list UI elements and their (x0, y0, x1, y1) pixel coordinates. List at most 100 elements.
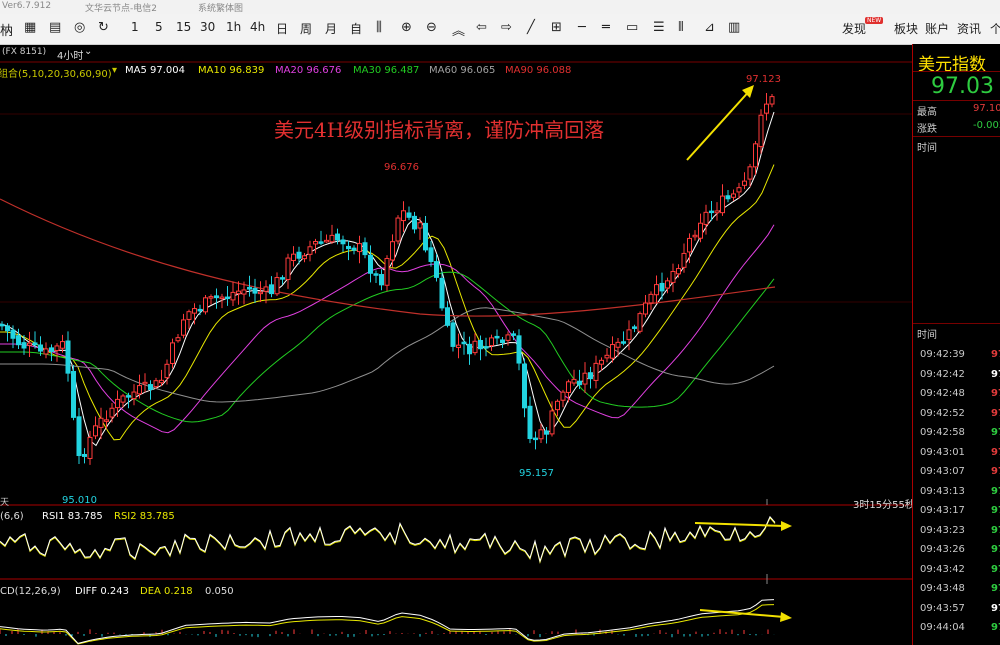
candle-body (280, 277, 285, 280)
candle-body (54, 345, 60, 352)
timeframe-dropdown[interactable]: 4小时 (57, 47, 83, 62)
candle-body (643, 302, 648, 315)
candle-body (98, 417, 104, 428)
ma90-value: MA90 96.088 (505, 65, 572, 76)
candle-body (522, 363, 527, 409)
more-button[interactable]: 个 (990, 20, 1000, 37)
period-1m[interactable]: 1 (131, 20, 139, 34)
candle-body (720, 195, 725, 214)
scroll-up-icon[interactable]: ︽ (452, 20, 465, 39)
tick-time: 09:42:42 (920, 368, 965, 380)
tick-price: 97 (991, 622, 1000, 633)
candle-body (731, 193, 736, 198)
candle-body (555, 400, 560, 411)
news-button[interactable]: 资讯 (957, 20, 981, 37)
ruler-icon[interactable]: ⊿ (704, 20, 715, 35)
right-arrow-icon[interactable]: ⇨ (501, 20, 512, 35)
candle-body (406, 212, 412, 218)
tick-time: 09:43:17 (920, 505, 965, 516)
period-day[interactable]: 日 (276, 20, 288, 37)
candle-body (489, 337, 494, 347)
period-30m[interactable]: 30 (200, 20, 215, 34)
channel-icon[interactable]: ▭ (626, 20, 638, 35)
candle-body (258, 291, 263, 295)
ma-combo-label[interactable]: 组合(5,10,20,30,60,90) (0, 65, 112, 80)
candle-body (725, 195, 731, 200)
tick-time: 09:42:48 (920, 388, 965, 399)
macd-diff: DIFF 0.243 (75, 586, 129, 597)
tick-time: 09:43:42 (920, 563, 965, 575)
toolbar-partial-icon[interactable]: 枘 (0, 20, 13, 39)
chart-area[interactable]: (FX 8151) 4小时 ⌄ 组合(5,10,20,30,60,90) ▾ M… (0, 44, 915, 645)
candle-body (131, 391, 137, 400)
tick-time: 09:42:58 (920, 427, 965, 438)
chart-annotation: 美元4H级别指标背离，谨防冲高回落 (274, 118, 605, 142)
candle-body (263, 286, 269, 292)
candle-body (511, 333, 516, 336)
tick-price: 97 (991, 485, 1000, 497)
discover-button[interactable]: 发现 (842, 20, 866, 37)
period-month[interactable]: 月 (325, 20, 337, 37)
candle-body (445, 307, 450, 326)
period-15m[interactable]: 15 (176, 20, 191, 34)
period-1h[interactable]: 1h (226, 20, 241, 34)
candle-body (181, 319, 186, 336)
candle-body (417, 222, 423, 229)
symbol-label: (FX 8151) (2, 47, 47, 57)
candle-body (698, 222, 703, 239)
tick-time: 09:43:48 (920, 583, 965, 594)
layout-icon[interactable]: ▥ (728, 20, 740, 35)
candle-body (208, 296, 214, 299)
candle-body (153, 380, 159, 388)
tick-time: 09:43:57 (920, 602, 965, 614)
vertical-lines-icon[interactable]: ⦀ (678, 20, 684, 35)
candle-body (346, 245, 351, 250)
candle-body (412, 215, 417, 230)
fit-icon[interactable]: ⊞ (551, 20, 562, 35)
zoom-out-icon[interactable]: ⊖ (426, 20, 437, 35)
candle-body (450, 322, 456, 347)
candle-body (769, 96, 775, 105)
table-icon[interactable]: ▤ (49, 20, 61, 35)
period-5m[interactable]: 5 (155, 20, 163, 34)
candle-body (307, 246, 313, 255)
period-custom[interactable]: 自 (350, 20, 362, 37)
change-value: -0.002 (973, 120, 1000, 131)
candle-body (571, 378, 577, 384)
sector-button[interactable]: 板块 (894, 20, 918, 37)
candle-body (247, 286, 252, 290)
candle-body (494, 335, 500, 339)
text-tool-icon[interactable]: ☰ (653, 20, 665, 35)
candle-body (65, 340, 71, 374)
candle-body (120, 395, 126, 403)
left-arrow-icon[interactable]: ⇦ (476, 20, 487, 35)
tick-price: 97 (991, 446, 1000, 458)
candle-style-icon[interactable]: ⫼ (376, 20, 382, 35)
trend-arrow-macd (699, 609, 785, 618)
horizontal-line-icon[interactable]: ─ (578, 20, 586, 35)
zoom-icon[interactable]: ◎ (74, 20, 85, 35)
candle-body (219, 296, 225, 300)
candle-body (439, 277, 445, 309)
candle-body (214, 295, 219, 299)
period-4h[interactable]: 4h (250, 20, 265, 34)
equal-lines-icon[interactable]: ═ (602, 20, 610, 35)
tick-time: 09:43:26 (920, 544, 965, 555)
candle-body (357, 243, 362, 253)
candle-body (203, 297, 208, 313)
draw-line-icon[interactable]: ╱ (527, 20, 535, 35)
server-node-menu[interactable]: 文华云节点-电信2 (85, 1, 157, 14)
period-week[interactable]: 周 (300, 20, 312, 37)
refresh-icon[interactable]: ↻ (98, 20, 109, 35)
candle-body (379, 274, 384, 286)
system-menu[interactable]: 系统繁体图 (198, 1, 243, 14)
account-button[interactable]: 账户 (925, 20, 949, 37)
macd-params: CD(12,26,9) (0, 586, 61, 597)
candle-body (0, 323, 5, 327)
chevron-down-icon[interactable]: ⌄ (84, 46, 92, 57)
ma60-value: MA60 96.065 (429, 65, 496, 76)
rsi1-value: RSI1 83.785 (42, 511, 103, 522)
grid-icon[interactable]: ▦ (24, 20, 36, 35)
zoom-in-icon[interactable]: ⊕ (401, 20, 412, 35)
candle-body (395, 217, 401, 242)
